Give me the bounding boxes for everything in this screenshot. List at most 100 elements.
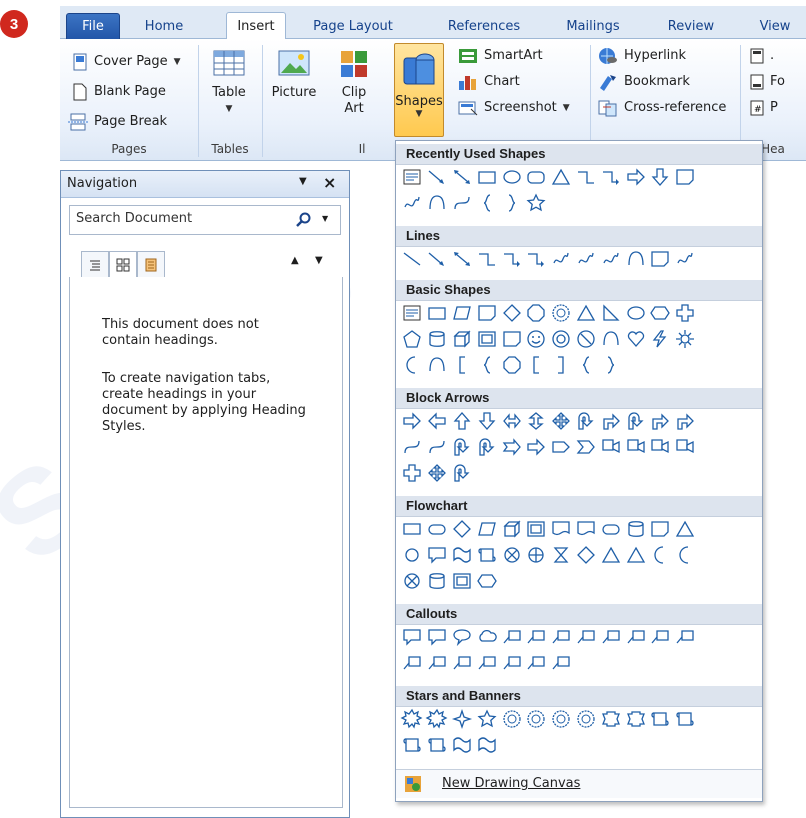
shape-tri-icon[interactable] [549, 165, 574, 189]
shape-tri-icon[interactable] [598, 543, 623, 567]
shape-cloud-icon[interactable] [474, 625, 499, 649]
shape-banner-icon[interactable] [623, 707, 648, 731]
shape-chev-icon[interactable] [574, 435, 599, 459]
shape-lbrace-icon[interactable] [474, 191, 499, 215]
shape-curve-icon[interactable] [425, 435, 450, 459]
shape-plus-icon[interactable] [673, 301, 698, 325]
shape-larrow-icon[interactable] [425, 409, 450, 433]
tab-view[interactable]: View [750, 16, 800, 38]
shape-squig-icon[interactable] [598, 247, 623, 271]
shape-rect-icon[interactable] [474, 165, 499, 189]
shape-xcirc-icon[interactable] [400, 569, 425, 593]
shape-star4-icon[interactable] [450, 707, 475, 731]
shape-cbox-icon[interactable] [648, 435, 673, 459]
shape-seal-icon[interactable] [549, 707, 574, 731]
shape-wave-icon[interactable] [450, 543, 475, 567]
shape-text-icon[interactable] [400, 301, 425, 325]
shape-cube-icon[interactable] [450, 327, 475, 351]
shape-cyl-icon[interactable] [425, 569, 450, 593]
shape-ud-icon[interactable] [524, 409, 549, 433]
shape-lcall-icon[interactable] [474, 651, 499, 675]
shape-bent-icon[interactable] [648, 409, 673, 433]
shape-star-icon[interactable] [474, 707, 499, 731]
shape-seal-icon[interactable] [549, 301, 574, 325]
shape-lcall-icon[interactable] [400, 651, 425, 675]
picture-button[interactable]: Picture [268, 47, 320, 101]
shape-lbrk-icon[interactable] [524, 353, 549, 377]
shape-squig-icon[interactable] [549, 247, 574, 271]
shape-flow-icon[interactable] [400, 517, 425, 541]
shape-fold-icon[interactable] [499, 327, 524, 351]
tab-insert[interactable]: Insert [226, 12, 286, 41]
shape-ovcall-icon[interactable] [450, 625, 475, 649]
shape-rbrk-icon[interactable] [549, 353, 574, 377]
shape-fold-icon[interactable] [673, 165, 698, 189]
shape-elbow-icon[interactable] [574, 165, 599, 189]
tab-review[interactable]: Review [660, 16, 722, 38]
shape-line-icon[interactable] [400, 247, 425, 271]
shape-circle-icon[interactable] [400, 543, 425, 567]
shape-elba-icon[interactable] [499, 247, 524, 271]
shape-lcall-icon[interactable] [524, 651, 549, 675]
shape-bent-icon[interactable] [673, 409, 698, 433]
shape-arc-icon[interactable] [425, 353, 450, 377]
shape-cube-icon[interactable] [499, 517, 524, 541]
shape-lcall-icon[interactable] [623, 625, 648, 649]
shape-rect-icon[interactable] [425, 301, 450, 325]
table-button[interactable]: Table ▼ [204, 47, 254, 117]
shape-oval-icon[interactable] [623, 301, 648, 325]
shape-bolt-icon[interactable] [648, 327, 673, 351]
cross-reference-button[interactable]: Cross-reference [598, 97, 726, 119]
shape-smile-icon[interactable] [524, 327, 549, 351]
shape-lcall-icon[interactable] [574, 625, 599, 649]
shape-cyl-icon[interactable] [425, 327, 450, 351]
shape-xcirc-icon[interactable] [499, 543, 524, 567]
clip-art-button[interactable]: Clip Art [332, 47, 376, 117]
shape-wave-icon[interactable] [474, 733, 499, 757]
shape-bent-icon[interactable] [598, 409, 623, 433]
shape-callout-icon[interactable] [425, 625, 450, 649]
shape-oct-icon[interactable] [524, 301, 549, 325]
shape-plus-icon[interactable] [400, 461, 425, 485]
shape-rrect-icon[interactable] [524, 165, 549, 189]
shape-scroll-icon[interactable] [400, 733, 425, 757]
shape-darrow-icon[interactable] [474, 409, 499, 433]
shape-elba-icon[interactable] [524, 247, 549, 271]
shape-lcall-icon[interactable] [549, 625, 574, 649]
blank-page-button[interactable]: Blank Page [72, 81, 166, 103]
shape-donut-icon[interactable] [549, 327, 574, 351]
shape-dbl-icon[interactable] [450, 165, 475, 189]
shape-uturn-icon[interactable] [574, 409, 599, 433]
header-button[interactable]: . [750, 45, 774, 67]
previous-heading-arrow-icon[interactable]: ▲ [291, 255, 299, 266]
shape-burst-icon[interactable] [425, 707, 450, 731]
cover-page-button[interactable]: Cover Page ▼ [72, 51, 181, 73]
shape-diamond-icon[interactable] [450, 517, 475, 541]
tab-references[interactable]: References [438, 16, 530, 38]
shape-quad-icon[interactable] [425, 461, 450, 485]
shape-scroll-icon[interactable] [425, 733, 450, 757]
shape-elbow-icon[interactable] [474, 247, 499, 271]
shape-lcall-icon[interactable] [499, 651, 524, 675]
shape-squig-icon[interactable] [400, 191, 425, 215]
shape-elba-icon[interactable] [598, 165, 623, 189]
shape-wave-icon[interactable] [450, 733, 475, 757]
shape-curve-icon[interactable] [450, 191, 475, 215]
shape-lcall-icon[interactable] [450, 651, 475, 675]
shape-moon-icon[interactable] [648, 543, 673, 567]
shape-lcall-icon[interactable] [524, 625, 549, 649]
shape-para-icon[interactable] [450, 301, 475, 325]
shape-cbox-icon[interactable] [673, 435, 698, 459]
shape-cbox-icon[interactable] [598, 435, 623, 459]
shape-diamond-icon[interactable] [499, 301, 524, 325]
shape-uturn-icon[interactable] [450, 435, 475, 459]
page-break-button[interactable]: Page Break [68, 111, 167, 133]
shape-frame-icon[interactable] [450, 569, 475, 593]
shape-nosym-icon[interactable] [574, 327, 599, 351]
shape-text-icon[interactable] [400, 165, 425, 189]
shape-burst-icon[interactable] [400, 707, 425, 731]
shape-star-icon[interactable] [524, 191, 549, 215]
next-heading-arrow-icon[interactable]: ▼ [315, 255, 323, 266]
shape-squig-icon[interactable] [574, 247, 599, 271]
shape-moon-icon[interactable] [400, 353, 425, 377]
